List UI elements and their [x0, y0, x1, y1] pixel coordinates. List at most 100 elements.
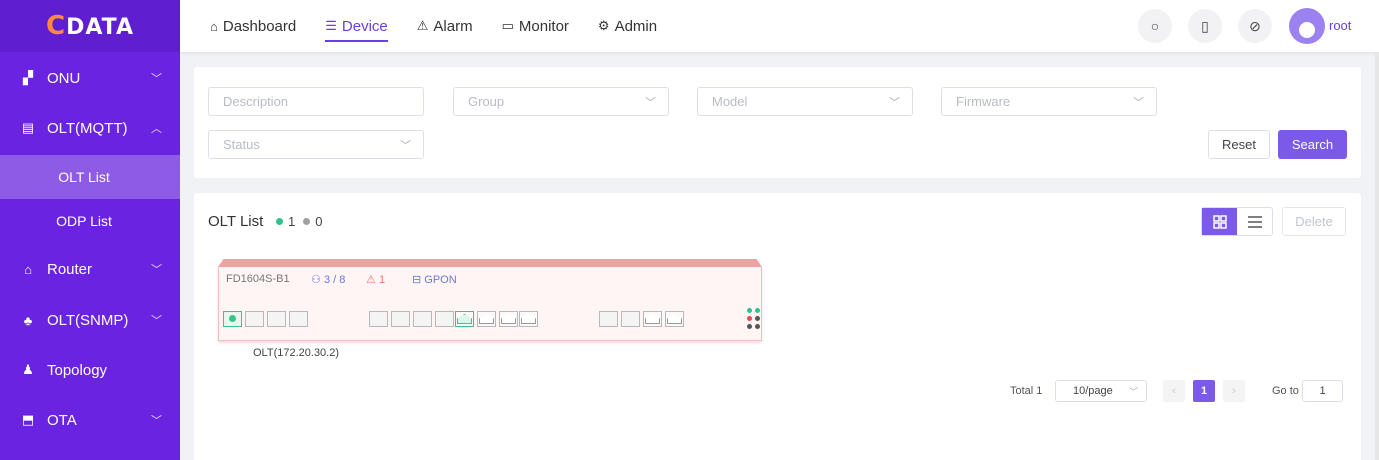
sidebar-item-olt-snmp[interactable]: ♣ OLT(SNMP) ﹀: [0, 295, 180, 345]
olt-mqtt-icon: ▤: [21, 120, 35, 135]
firmware-select[interactable]: Firmware ﹀: [941, 87, 1157, 116]
sidebar-item-ota[interactable]: ⬒ OTA ﹀: [0, 395, 180, 445]
sidebar-subitem-olt-list[interactable]: OLT List: [0, 155, 180, 199]
sidebar-item-onu[interactable]: ▞ ONU ﹀: [0, 53, 180, 103]
logo[interactable]: CDATA: [0, 0, 180, 52]
device-icon: ☰: [325, 18, 337, 33]
delete-button[interactable]: Delete: [1282, 207, 1346, 236]
list-view-button[interactable]: [1237, 208, 1272, 235]
page-size-value: 10/page: [1073, 385, 1113, 397]
sidebar-item-olt-mqtt[interactable]: ▤ OLT(MQTT) ︿: [0, 103, 180, 153]
chevron-down-icon: ﹀: [151, 415, 162, 427]
description-placeholder: Description: [223, 94, 289, 109]
sfp-port-icon: [521, 314, 536, 324]
device-port[interactable]: [621, 311, 640, 327]
online-dot: [276, 218, 283, 225]
device-chassis: FD1604S-B1 ⚇ 3 / 8 ⚠ 1 ⊟ GPON: [218, 267, 762, 341]
sidebar-item-router[interactable]: ⌂ Router ﹀: [0, 244, 180, 294]
offline-count: 0: [315, 214, 323, 229]
sfp-port-icon: [645, 314, 660, 324]
device-sfp-port[interactable]: [643, 311, 662, 327]
sfp-port-icon: [667, 314, 682, 324]
sfp-port-icon: [457, 314, 472, 324]
theme-button[interactable]: ⊘: [1238, 9, 1272, 43]
top-header: ⌂ Dashboard ☰ Device ⚠ Alarm ▭ Monitor ⚙…: [180, 0, 1379, 52]
next-page-button[interactable]: ›: [1223, 380, 1245, 402]
mobile-icon: ▯: [1201, 17, 1209, 34]
device-type: ⊟ GPON: [412, 273, 457, 286]
page-size-select[interactable]: 10/page ﹀: [1055, 380, 1147, 402]
olt-device-card[interactable]: FD1604S-B1 ⚇ 3 / 8 ⚠ 1 ⊟ GPON: [218, 259, 762, 341]
top-nav: ⌂ Dashboard ☰ Device ⚠ Alarm ▭ Monitor ⚙…: [210, 0, 686, 52]
reset-button[interactable]: Reset: [1208, 130, 1270, 159]
avatar[interactable]: [1289, 8, 1325, 44]
sidebar-item-label: Router: [47, 260, 93, 278]
device-sfp-port[interactable]: [477, 311, 496, 327]
device-port[interactable]: [435, 311, 454, 327]
logo-letter: C: [46, 11, 67, 41]
monitor-icon: ▭: [501, 18, 514, 33]
nav-label: Device: [341, 17, 388, 35]
port-icon: ⚇: [311, 274, 321, 286]
device-sfp-port[interactable]: [665, 311, 684, 327]
pon-icon: ⊟: [412, 274, 422, 286]
nav-alarm[interactable]: ⚠ Alarm: [417, 0, 473, 52]
device-sfp-port[interactable]: [455, 311, 474, 327]
status-select[interactable]: Status ﹀: [208, 130, 424, 159]
device-port[interactable]: [245, 311, 264, 327]
model-placeholder: Model: [712, 94, 748, 109]
status-led: [755, 324, 760, 329]
group-select[interactable]: Group ﹀: [453, 87, 669, 116]
grid-view-button[interactable]: [1202, 208, 1237, 235]
device-port[interactable]: [289, 311, 308, 327]
device-port[interactable]: [599, 311, 618, 327]
device-port[interactable]: [267, 311, 286, 327]
chevron-down-icon: ﹀: [645, 96, 656, 109]
sidebar-subitem-label: OLT List: [58, 169, 110, 185]
status-counts: 1 0: [276, 214, 322, 229]
mobile-button[interactable]: ▯: [1188, 9, 1222, 43]
search-submit-button[interactable]: Search: [1278, 130, 1347, 159]
nav-dashboard[interactable]: ⌂ Dashboard: [210, 0, 296, 52]
nav-admin[interactable]: ⚙ Admin: [598, 0, 657, 52]
device-port[interactable]: [391, 311, 410, 327]
chevron-down-icon: ﹀: [1128, 386, 1138, 397]
device-sfp-port[interactable]: [499, 311, 518, 327]
nav-device[interactable]: ☰ Device: [325, 0, 388, 52]
chevron-right-icon: ›: [1232, 385, 1236, 397]
port-led: [229, 315, 236, 322]
nav-label: Alarm: [433, 17, 473, 35]
sidebar-subitem-odp-list[interactable]: ODP List: [0, 199, 180, 243]
model-select[interactable]: Model ﹀: [697, 87, 913, 116]
page-scrollbar[interactable]: [1375, 52, 1379, 460]
alarm-icon: ⚠: [416, 18, 429, 33]
username[interactable]: root: [1329, 18, 1351, 33]
device-port-count: 3 / 8: [323, 274, 346, 286]
chevron-up-icon: ︿: [151, 123, 162, 135]
device-port[interactable]: [369, 311, 388, 327]
sidebar-item-label: OLT(MQTT): [47, 119, 128, 137]
nav-label: Dashboard: [222, 17, 297, 35]
status-led: [755, 316, 760, 321]
device-port[interactable]: [413, 311, 432, 327]
nav-monitor[interactable]: ▭ Monitor: [502, 0, 569, 52]
ota-icon: ⬒: [21, 412, 35, 427]
offline-dot: [303, 218, 311, 225]
grid-icon: [1212, 214, 1227, 229]
pagination-total: Total 1: [1010, 385, 1043, 397]
onu-icon: ▞: [23, 70, 33, 85]
prev-page-button[interactable]: ‹: [1163, 380, 1185, 402]
goto-page-input[interactable]: 1: [1302, 380, 1343, 402]
sidebar-item-label: OTA: [47, 411, 77, 429]
palette-icon: ⊘: [1249, 17, 1261, 34]
device-port[interactable]: [223, 311, 242, 327]
description-input[interactable]: Description: [208, 87, 424, 116]
search-button[interactable]: ○: [1138, 9, 1172, 43]
page-number-button[interactable]: 1: [1193, 380, 1215, 402]
device-name[interactable]: OLT(172.20.30.2): [253, 347, 339, 359]
device-sfp-port[interactable]: [519, 311, 538, 327]
sidebar-subitem-label: ODP List: [56, 213, 112, 229]
sidebar: CDATA ▞ ONU ﹀ ▤ OLT(MQTT) ︿ OLT List ODP…: [0, 0, 180, 460]
olt-list-title: OLT List: [208, 213, 264, 230]
sidebar-item-topology[interactable]: ♟ Topology: [0, 345, 180, 395]
